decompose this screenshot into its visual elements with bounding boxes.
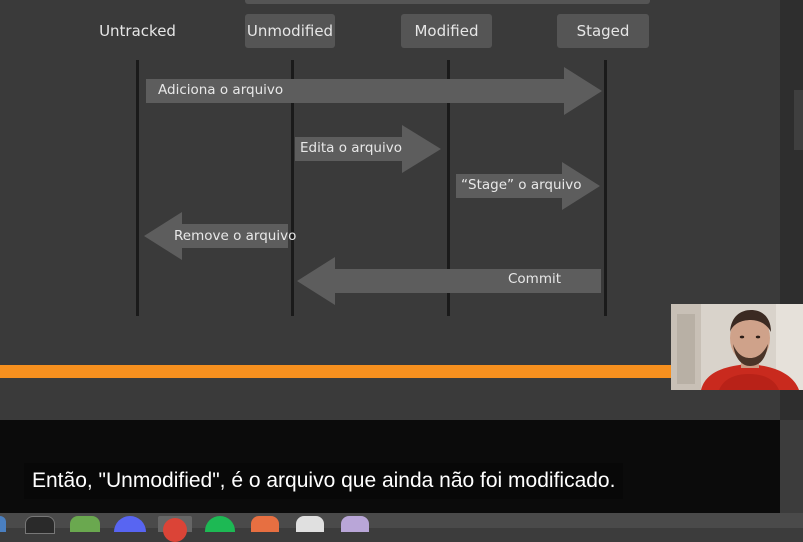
presenter-video	[671, 304, 803, 390]
lifeline-untracked	[136, 60, 139, 316]
state-modified: Modified	[401, 14, 492, 48]
video-frame: Untracked Unmodified Modified Staged Adi…	[0, 0, 780, 420]
editor-icon[interactable]	[296, 516, 324, 532]
arrow-remove-file-label: Remove o arquivo	[174, 228, 297, 244]
app-icon[interactable]	[251, 516, 279, 532]
chrome-icon[interactable]	[158, 516, 192, 542]
lifeline-staged	[604, 60, 607, 316]
spotify-icon[interactable]	[205, 516, 235, 532]
arrow-commit-label: Commit	[508, 271, 562, 287]
state-unmodified: Unmodified	[245, 14, 335, 48]
video-caption: Então, "Unmodified", é o arquivo que ain…	[24, 463, 624, 499]
terminal-icon[interactable]	[25, 516, 55, 534]
notes-icon[interactable]	[341, 516, 369, 532]
slide-top-box	[245, 0, 650, 4]
webcam-overlay	[671, 304, 803, 390]
files-icon[interactable]	[70, 516, 100, 532]
app-launcher-icon[interactable]	[0, 516, 6, 532]
slide-accent-bar	[0, 365, 672, 378]
taskbar	[0, 513, 803, 542]
arrow-edit-file-label: Edita o arquivo	[300, 140, 402, 156]
discord-icon[interactable]	[114, 516, 146, 532]
state-staged: Staged	[557, 14, 649, 48]
state-untracked: Untracked	[99, 22, 176, 40]
arrow-add-file-label: Adiciona o arquivo	[158, 82, 284, 98]
arrow-stage-file-label: “Stage” o arquivo	[461, 177, 582, 193]
